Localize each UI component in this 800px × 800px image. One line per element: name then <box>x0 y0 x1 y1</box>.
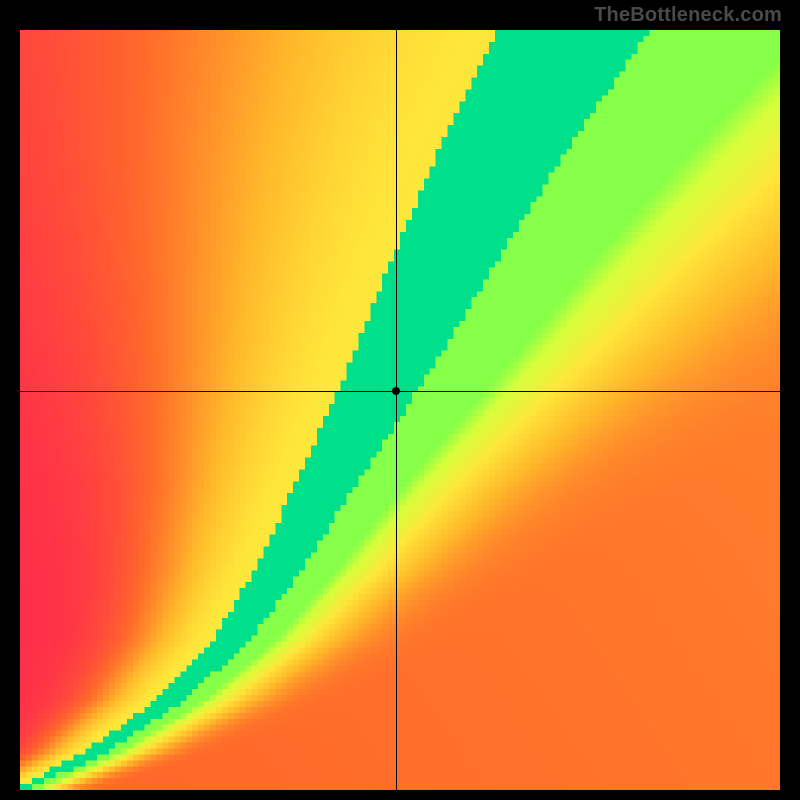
chart-frame: TheBottleneck.com <box>0 0 800 800</box>
heatmap-plot <box>20 30 780 790</box>
heatmap-canvas <box>20 30 780 790</box>
watermark-text: TheBottleneck.com <box>594 4 782 27</box>
